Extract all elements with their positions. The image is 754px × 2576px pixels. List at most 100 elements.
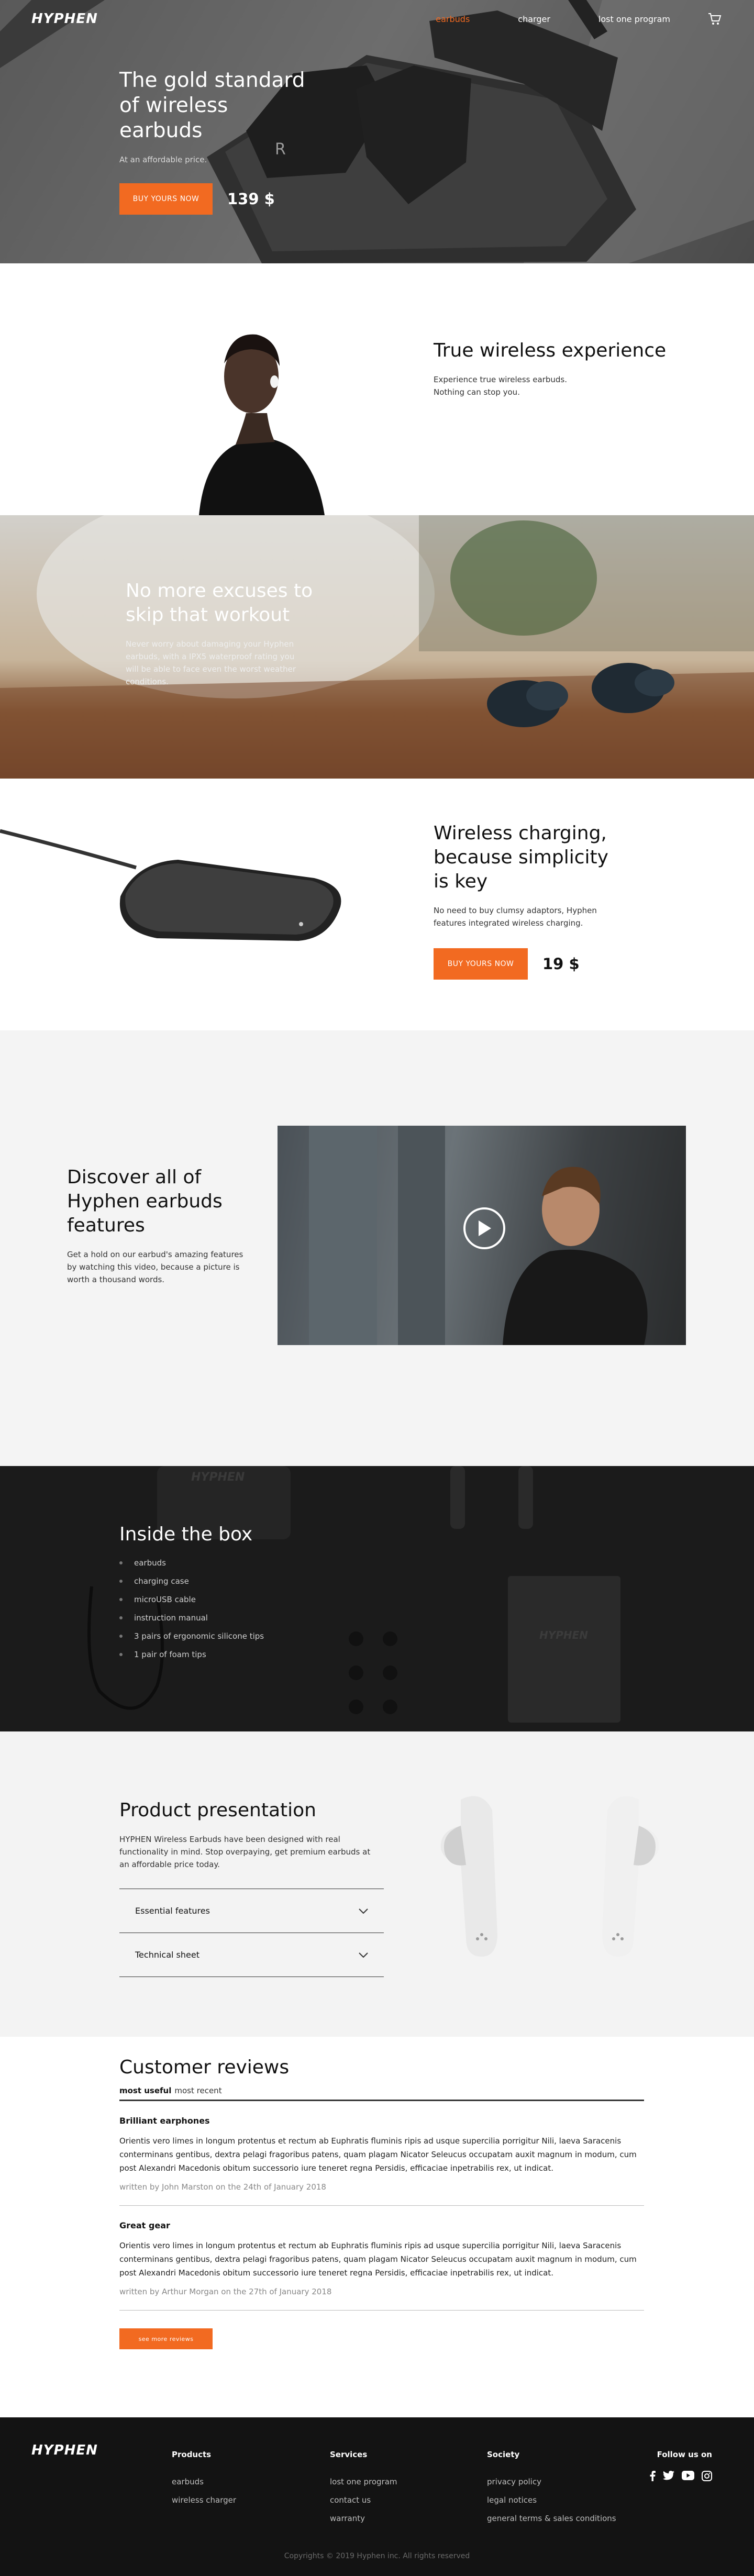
hero-buy-button[interactable]: BUY YOURS NOW: [119, 183, 213, 215]
review-title: Brilliant earphones: [119, 2116, 210, 2126]
charger-price: 19 $: [542, 955, 580, 973]
workout-section: No more excuses to skip that workout Nev…: [0, 515, 754, 779]
wireless-text-body: Experience true wireless earbuds. Nothin…: [434, 375, 567, 397]
list-item: instruction manual: [119, 1613, 264, 1623]
video-section: Discover all of Hyphen earbuds features …: [0, 1030, 754, 1466]
footer-heading: Products: [172, 2450, 212, 2459]
charging-text: Wireless charging, because simplicity is…: [434, 821, 622, 980]
copyright: Copyrights © 2019 Hyphen inc. All rights…: [284, 2552, 470, 2560]
accordion-technical-sheet[interactable]: Technical sheet: [119, 1933, 384, 1977]
footer-heading: Services: [330, 2450, 368, 2459]
reviews-section: Customer reviews most useful most recent…: [0, 2037, 754, 2417]
accordion-label: Essential features: [135, 1906, 210, 1916]
workout-title: No more excuses to skip that workout: [126, 580, 313, 626]
presentation-section: Product presentation HYPHEN Wireless Ear…: [0, 1731, 754, 2037]
hero-section: R HYPHEN earbuds charger lost one progra…: [0, 0, 754, 263]
footer-link-privacy-policy[interactable]: privacy policy: [487, 2477, 616, 2486]
workout-text: No more excuses to skip that workout Nev…: [126, 579, 346, 688]
see-more-reviews-button[interactable]: see more reviews: [119, 2328, 213, 2349]
review-title: Great gear: [119, 2220, 170, 2230]
footer-column-society: Society privacy policy legal notices gen…: [487, 2450, 616, 2532]
charging-buy-row: BUY YOURS NOW 19 $: [434, 948, 622, 980]
footer-follow: Follow us on: [649, 2450, 712, 2481]
video-title: Discover all of Hyphen earbuds features: [67, 1167, 223, 1236]
video-text: Discover all of Hyphen earbuds features …: [67, 1165, 245, 1286]
review-meta: written by John Marston on the 24th of J…: [119, 2182, 326, 2192]
follow-heading: Follow us on: [657, 2450, 712, 2459]
svg-text:HYPHEN: HYPHEN: [539, 1629, 588, 1641]
play-icon: [479, 1220, 491, 1236]
cart-icon[interactable]: [707, 11, 723, 27]
inside-box-section: HYPHEN HYPHEN Inside the box earbuds cha…: [0, 1466, 754, 1731]
box-contents-image: HYPHEN HYPHEN: [87, 1466, 620, 1723]
hero-buy-row: BUY YOURS NOW 139 $: [119, 183, 308, 215]
accordion-essential-features[interactable]: Essential features: [119, 1889, 384, 1933]
box-contents-list: earbuds charging case microUSB cable ins…: [119, 1558, 264, 1659]
presentation-title: Product presentation: [119, 1800, 316, 1821]
white-earbuds-image: [440, 1796, 659, 1957]
review-body: Orientis vero limes in longum protentus …: [119, 2136, 637, 2173]
top-nav: HYPHEN earbuds charger lost one program: [0, 0, 754, 38]
sort-most-useful[interactable]: most useful: [119, 2086, 171, 2095]
nav-link-earbuds[interactable]: earbuds: [436, 14, 470, 24]
hero-earbuds-case-image: R: [0, 0, 754, 263]
review-meta: written by Arthur Morgan on the 27th of …: [119, 2287, 332, 2296]
hero-title: The gold standard of wireless earbuds: [119, 69, 305, 142]
footer-link-lost-one-program[interactable]: lost one program: [330, 2477, 397, 2486]
social-icons: [649, 2471, 712, 2481]
charging-title: Wireless charging, because simplicity is…: [434, 823, 608, 892]
charger-buy-button[interactable]: BUY YOURS NOW: [434, 948, 528, 980]
wireless-title: True wireless experience: [434, 340, 667, 361]
footer-link-earbuds[interactable]: earbuds: [172, 2477, 236, 2486]
list-item: 3 pairs of ergonomic silicone tips: [119, 1631, 264, 1641]
list-item: 1 pair of foam tips: [119, 1650, 264, 1659]
list-item: charging case: [119, 1576, 264, 1586]
wireless-section: True wireless experience Experience true…: [0, 263, 754, 515]
wireless-charger-image: [0, 829, 341, 941]
footer-column-products: Products earbuds wireless charger: [172, 2450, 236, 2514]
reviews-title: Customer reviews: [119, 2057, 290, 2078]
review-item: Great gear Orientis vero limes in longum…: [119, 2206, 644, 2311]
footer-link-terms[interactable]: general terms & sales conditions: [487, 2514, 616, 2523]
instagram-icon[interactable]: [702, 2471, 712, 2481]
workout-text-body: Never worry about damaging your Hyphen e…: [126, 639, 296, 686]
accordion-label: Technical sheet: [135, 1950, 199, 1960]
facebook-icon[interactable]: [649, 2471, 656, 2481]
video-player[interactable]: [278, 1126, 686, 1345]
hero-subtitle: At an affordable price.: [119, 155, 207, 164]
twitter-icon[interactable]: [663, 2471, 674, 2480]
wireless-text: True wireless experience Experience true…: [434, 339, 666, 398]
review-body: Orientis vero limes in longum protentus …: [119, 2241, 637, 2278]
list-item: earbuds: [119, 1558, 264, 1568]
charging-text-body: No need to buy clumsy adaptors, Hyphen f…: [434, 906, 597, 928]
play-button[interactable]: [463, 1207, 505, 1249]
chevron-down-icon: [359, 1908, 368, 1914]
footer: HYPHEN Products earbuds wireless charger…: [0, 2417, 754, 2576]
wet-earbuds-image: [0, 515, 754, 779]
presentation-accordion: Essential features Technical sheet: [119, 1889, 384, 1977]
youtube-icon[interactable]: [682, 2471, 694, 2480]
footer-logo[interactable]: HYPHEN: [31, 2442, 98, 2458]
footer-link-warranty[interactable]: warranty: [330, 2514, 397, 2523]
presentation-text-body: HYPHEN Wireless Earbuds have been design…: [119, 1835, 371, 1869]
reviews-sort: most useful most recent: [119, 2086, 644, 2101]
hero-price: 139 $: [227, 190, 275, 208]
brand-logo[interactable]: HYPHEN: [31, 11, 98, 27]
model-portrait-image: [199, 334, 325, 515]
review-item: Brilliant earphones Orientis vero limes …: [119, 2101, 644, 2206]
presentation-text: Product presentation HYPHEN Wireless Ear…: [119, 1798, 384, 1977]
inside-box-title: Inside the box: [119, 1524, 253, 1545]
svg-text:HYPHEN: HYPHEN: [191, 1471, 245, 1484]
nav-link-charger[interactable]: charger: [518, 14, 550, 24]
video-text-body: Get a hold on our earbud's amazing featu…: [67, 1250, 243, 1284]
list-item: microUSB cable: [119, 1595, 264, 1604]
footer-column-services: Services lost one program contact us war…: [330, 2450, 397, 2532]
sort-most-recent[interactable]: most recent: [174, 2086, 221, 2095]
inside-box-text: Inside the box earbuds charging case mic…: [119, 1523, 264, 1668]
nav-link-lost-one-program[interactable]: lost one program: [598, 14, 670, 24]
footer-link-contact-us[interactable]: contact us: [330, 2495, 397, 2505]
footer-link-wireless-charger[interactable]: wireless charger: [172, 2495, 236, 2505]
footer-link-legal-notices[interactable]: legal notices: [487, 2495, 616, 2505]
nav-links: earbuds charger lost one program: [387, 11, 723, 27]
charging-section: Wireless charging, because simplicity is…: [0, 779, 754, 1030]
